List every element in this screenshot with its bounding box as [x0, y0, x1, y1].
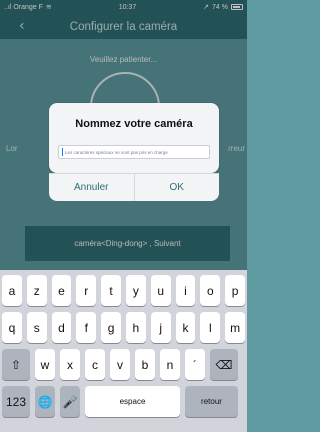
on-screen-keyboard: a z e r t y u i o p q s d f g h j k l m … — [0, 270, 247, 432]
key-o[interactable]: o — [200, 275, 221, 306]
key-k[interactable]: k — [175, 312, 196, 343]
keyboard-row-3: ⇧ w x c v b n ´ ⌫ — [2, 349, 245, 380]
key-h[interactable]: h — [126, 312, 146, 343]
camera-name-placeholder: Les caractères spéciaux ne sont pas pris… — [65, 149, 168, 155]
key-n[interactable]: n — [160, 349, 180, 380]
microphone-icon[interactable]: 🎤 — [60, 386, 80, 417]
key-v[interactable]: v — [110, 349, 130, 380]
ok-button[interactable]: OK — [133, 174, 220, 201]
backspace-icon[interactable]: ⌫ — [210, 349, 238, 380]
key-q[interactable]: q — [2, 312, 22, 343]
keyboard-row-2: q s d f g h j k l m — [2, 312, 245, 343]
globe-icon[interactable]: 🌐 — [35, 386, 55, 417]
key-y[interactable]: y — [126, 275, 146, 306]
key-g[interactable]: g — [101, 312, 121, 343]
key-i[interactable]: i — [175, 275, 196, 306]
key-t[interactable]: t — [101, 275, 121, 306]
key-z[interactable]: z — [26, 275, 47, 306]
key-x[interactable]: x — [60, 349, 80, 380]
text-cursor — [62, 148, 63, 156]
key-p[interactable]: p — [225, 275, 245, 306]
key-d[interactable]: d — [51, 312, 72, 343]
return-key[interactable]: retour — [185, 386, 238, 417]
key-w[interactable]: w — [35, 349, 55, 380]
key-acute[interactable]: ´ — [185, 349, 205, 380]
key-j[interactable]: j — [150, 312, 171, 343]
key-u[interactable]: u — [150, 275, 171, 306]
cancel-button[interactable]: Annuler — [49, 174, 134, 201]
keyboard-row-1: a z e r t y u i o p — [2, 275, 245, 306]
key-m[interactable]: m — [225, 312, 245, 343]
keyboard-row-4: 123 🌐 🎤 espace retour — [2, 386, 245, 417]
shift-icon[interactable]: ⇧ — [2, 349, 30, 380]
space-key[interactable]: espace — [85, 386, 180, 417]
key-s[interactable]: s — [26, 312, 47, 343]
key-b[interactable]: b — [135, 349, 155, 380]
dialog-button-row: Annuler OK — [49, 173, 219, 201]
key-l[interactable]: l — [200, 312, 221, 343]
key-f[interactable]: f — [76, 312, 97, 343]
key-a[interactable]: a — [2, 275, 22, 306]
key-r[interactable]: r — [76, 275, 97, 306]
key-c[interactable]: c — [85, 349, 105, 380]
name-camera-dialog: Nommez votre caméra Les caractères spéci… — [49, 103, 219, 173]
numbers-key[interactable]: 123 — [2, 386, 30, 417]
camera-name-input[interactable]: Les caractères spéciaux ne sont pas pris… — [58, 145, 210, 159]
key-e[interactable]: e — [51, 275, 72, 306]
dialog-title: Nommez votre caméra — [75, 118, 193, 130]
